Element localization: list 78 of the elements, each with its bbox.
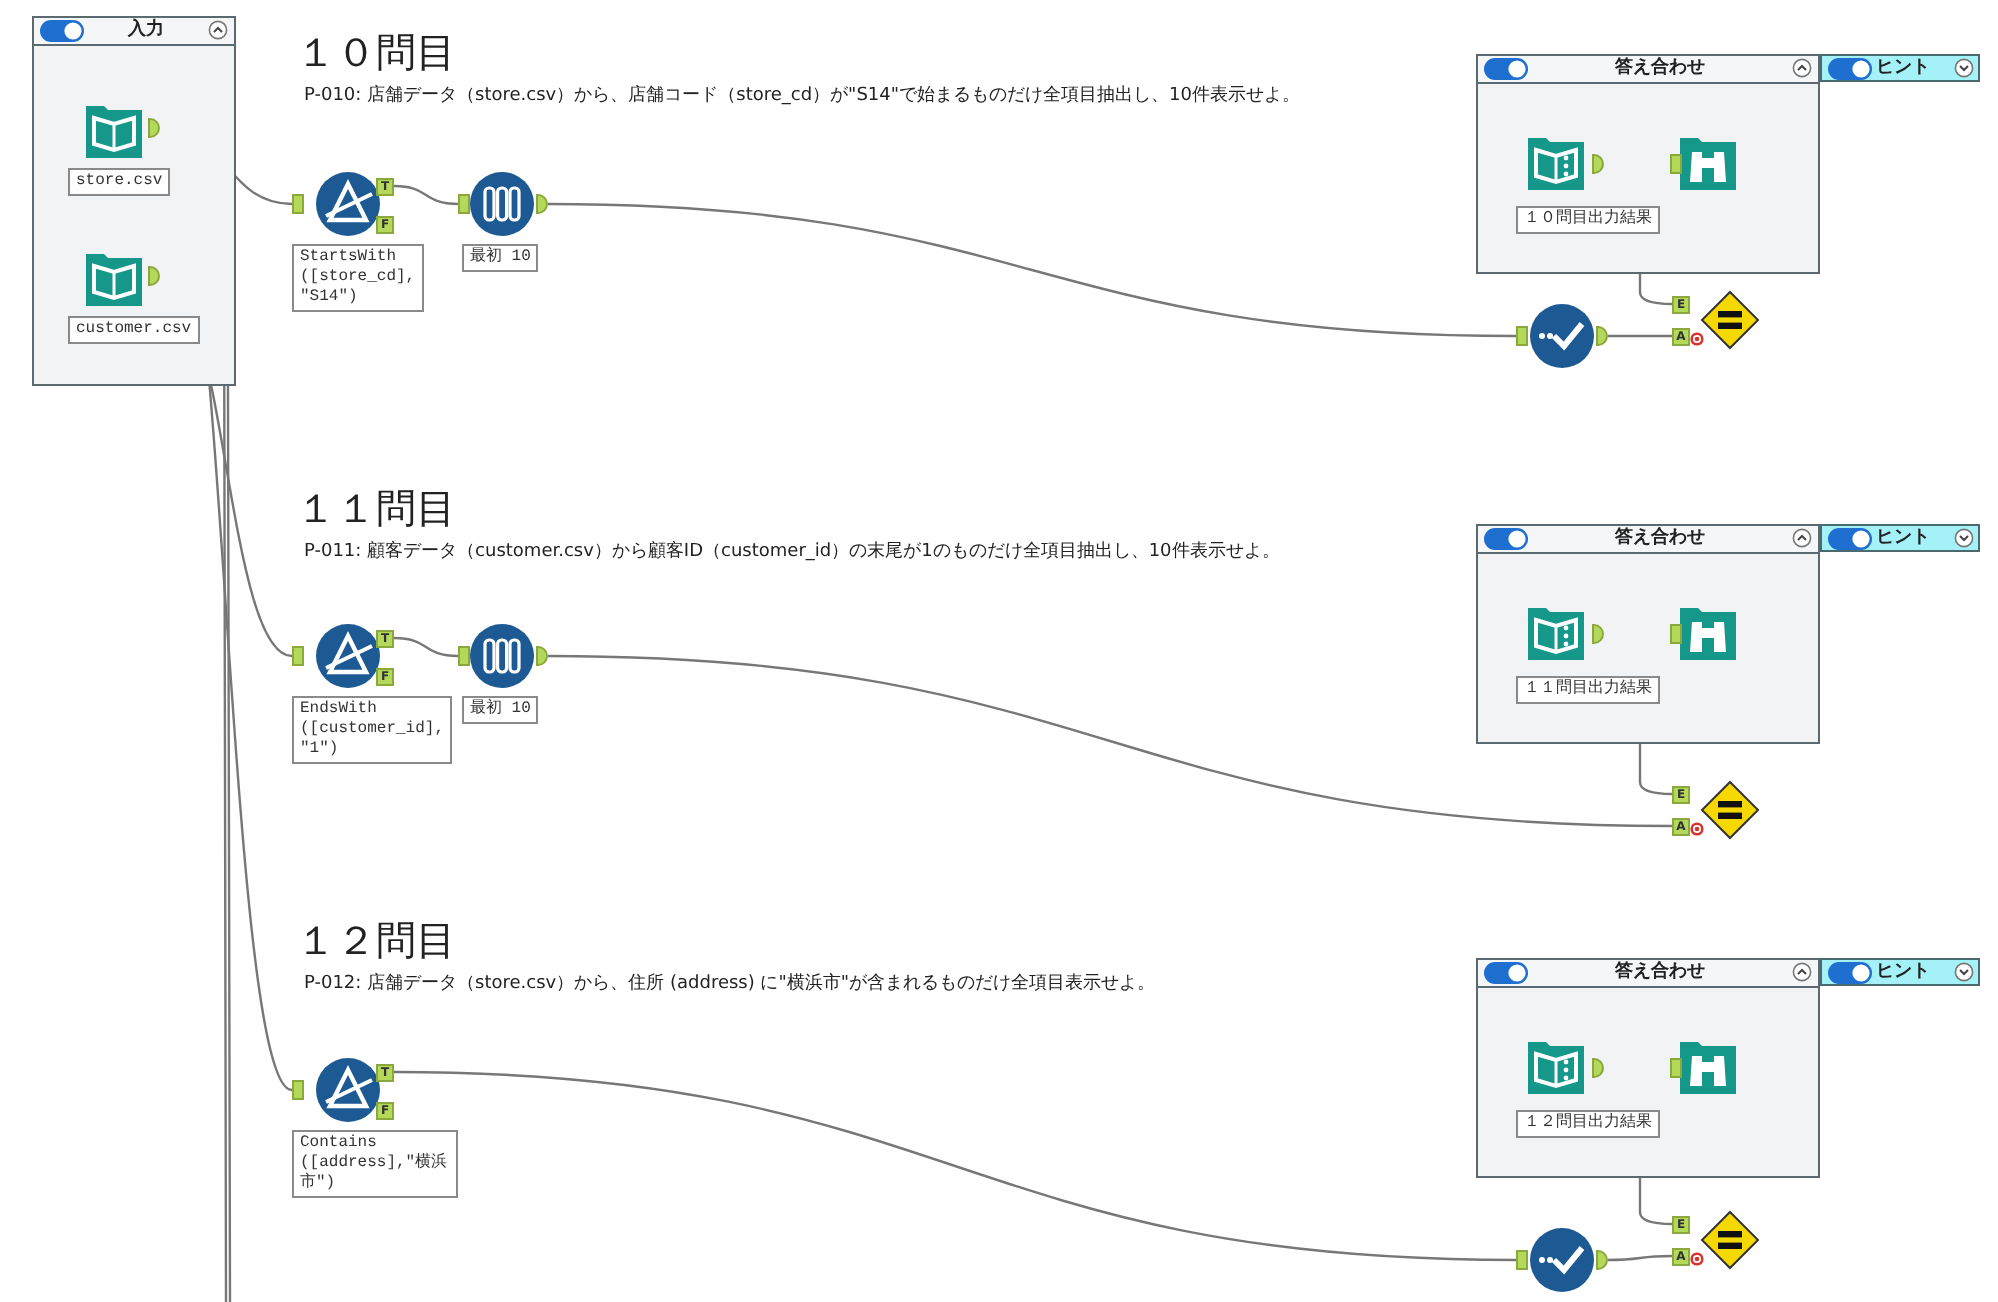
input-anchor[interactable] [292, 194, 304, 214]
book-icon[interactable] [1526, 1036, 1590, 1100]
input-anchor[interactable] [1516, 1250, 1528, 1270]
tool-label: customer.csv [68, 316, 200, 344]
input-anchor[interactable] [292, 646, 304, 666]
expand-icon[interactable] [1954, 528, 1974, 548]
output-anchor[interactable] [536, 646, 548, 666]
tool-label: EndsWith ([customer_id], "1") [292, 696, 453, 764]
output-anchor[interactable] [1592, 1058, 1604, 1078]
input-anchor[interactable] [1670, 624, 1682, 644]
collapse-icon[interactable] [208, 20, 228, 40]
toggle-switch[interactable] [1484, 58, 1528, 80]
container-title: ヒント [1876, 58, 1930, 80]
input-anchor[interactable] [458, 194, 470, 214]
output-anchor[interactable] [148, 118, 160, 138]
toggle-switch[interactable] [1484, 962, 1528, 984]
container-title: 答え合わせ [1613, 58, 1707, 80]
question-description: P-011: 顧客データ（customer.csv）から顧客ID（customer_id）の末尾が1のものだけ全項目抽出し、10件表示せよ。 [304, 542, 1280, 564]
equals-icon[interactable] [1700, 1210, 1760, 1270]
question-description: P-010: 店舗データ（store.csv）から、店舗コード（store_cd）が"S14"で始まるものだけ全項目抽出し、10件表示せよ。 [304, 86, 1300, 108]
tool-label: store.csv [68, 168, 171, 196]
input-anchor[interactable] [1670, 154, 1682, 174]
book-icon[interactable] [84, 248, 148, 312]
expand-icon[interactable] [1954, 962, 1974, 982]
tool-label: １１問目出力結果 [1516, 676, 1660, 704]
tool-label: 最初 10 [462, 244, 539, 272]
checkmark-icon[interactable] [1530, 304, 1594, 368]
error-icon [1690, 822, 1704, 836]
toggle-switch[interactable] [1828, 528, 1872, 550]
toggle-switch[interactable] [1828, 962, 1872, 984]
connection-line [1608, 334, 1672, 338]
question-description: P-012: 店舗データ（store.csv）から、住所 (address) に"横浜市"が含まれるものだけ全項目表示せよ。 [304, 974, 1156, 996]
tool-label: 最初 10 [462, 696, 539, 724]
container-title: 答え合わせ [1613, 528, 1707, 550]
input-anchor[interactable] [292, 1080, 304, 1100]
output-anchor[interactable] [148, 266, 160, 286]
toggle-switch[interactable] [40, 20, 84, 42]
container-title: ヒント [1876, 962, 1930, 984]
equals-icon[interactable] [1700, 780, 1760, 840]
question-title: １１問目 [296, 486, 456, 530]
output-anchor[interactable] [536, 194, 548, 214]
tool-label: １０問目出力結果 [1516, 206, 1660, 234]
collapse-icon[interactable] [1792, 58, 1812, 78]
filter-icon[interactable] [316, 1058, 380, 1122]
test-tubes-icon[interactable] [470, 172, 534, 236]
input-anchor[interactable] [458, 646, 470, 666]
output-anchor[interactable] [1596, 326, 1608, 346]
equals-icon[interactable] [1700, 290, 1760, 350]
connection-line [1608, 1254, 1672, 1262]
input-anchor[interactable] [1516, 326, 1528, 346]
book-icon[interactable] [1526, 132, 1590, 196]
output-anchor[interactable] [1592, 624, 1604, 644]
question-title: １２問目 [296, 918, 456, 962]
book-icon[interactable] [1526, 602, 1590, 666]
container-title: 入力 [125, 20, 166, 42]
tool-label: Contains ([address],"横浜市") [292, 1130, 458, 1198]
error-icon [1690, 1252, 1704, 1266]
expand-icon[interactable] [1954, 58, 1974, 78]
checkmark-icon[interactable] [1530, 1228, 1594, 1292]
filter-icon[interactable] [316, 172, 380, 236]
error-icon [1690, 332, 1704, 346]
filter-icon[interactable] [316, 624, 380, 688]
book-icon[interactable] [84, 100, 148, 164]
tool-label: １２問目出力結果 [1516, 1110, 1660, 1138]
collapse-icon[interactable] [1792, 528, 1812, 548]
output-anchor[interactable] [1592, 154, 1604, 174]
input-anchor[interactable] [1670, 1058, 1682, 1078]
toggle-switch[interactable] [1828, 58, 1872, 80]
connection-line [393, 636, 459, 658]
container-title: ヒント [1876, 528, 1930, 550]
test-tubes-icon[interactable] [470, 624, 534, 688]
output-anchor[interactable] [1596, 1250, 1608, 1270]
container-title: 答え合わせ [1613, 962, 1707, 984]
tool-label: StartsWith ([store_cd], "S14") [292, 244, 424, 312]
question-title: １０問目 [296, 30, 456, 74]
toggle-switch[interactable] [1484, 528, 1528, 550]
collapse-icon[interactable] [1792, 962, 1812, 982]
connection-line [393, 184, 459, 206]
